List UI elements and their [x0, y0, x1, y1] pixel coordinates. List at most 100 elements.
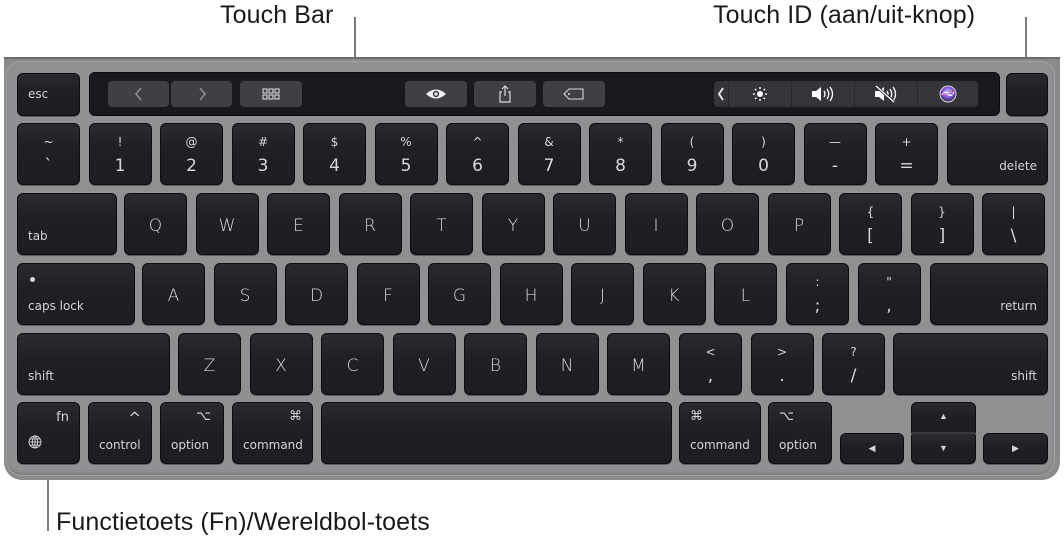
key-touch-id[interactable] [1006, 73, 1048, 116]
key-command-left[interactable]: ⌘ command [232, 402, 313, 464]
key-punctuation[interactable]: ? / [822, 333, 885, 395]
key-label: caps lock [28, 299, 84, 313]
key-shift-left[interactable]: shift [17, 333, 170, 395]
key-letter[interactable]: O [696, 193, 759, 255]
key-number[interactable]: $4 [303, 123, 366, 185]
key-letter[interactable]: C [321, 333, 384, 395]
key-letter[interactable]: X [249, 333, 313, 395]
tb-brightness-button[interactable] [729, 81, 791, 107]
key-label-shifted: @ [185, 135, 198, 149]
key-letter[interactable]: M [607, 333, 670, 395]
key-label-base: . [779, 366, 785, 386]
key-letter[interactable]: Y [481, 193, 545, 255]
key-letter[interactable]: G [428, 263, 491, 325]
key-number[interactable]: @2 [160, 123, 223, 185]
key-number[interactable]: #3 [231, 123, 295, 185]
key-number[interactable]: ~ ` [17, 123, 80, 185]
globe-icon [28, 435, 42, 454]
key-letter[interactable]: T [410, 193, 473, 255]
tb-volume-button[interactable] [792, 81, 854, 107]
option-symbol-icon: ⌥ [779, 409, 794, 424]
key-number[interactable]: (9 [660, 123, 724, 185]
touch-bar[interactable] [89, 72, 1000, 116]
tb-mission-control-button[interactable] [240, 81, 302, 107]
key-number[interactable]: ^ 6 [446, 123, 509, 185]
key-label: Z [203, 356, 216, 376]
key-letter[interactable]: V [392, 333, 456, 395]
key-label: I [653, 216, 659, 236]
key-number[interactable]: — - [803, 123, 867, 185]
key-number[interactable]: * 8 [589, 123, 652, 185]
tb-share-button[interactable] [474, 81, 536, 107]
key-number[interactable]: & 7 [517, 123, 581, 185]
arrow-up-icon: ▲ [939, 411, 948, 421]
key-punctuation[interactable]: ", [857, 263, 921, 325]
key-label: esc [28, 87, 49, 101]
volume-icon [812, 86, 834, 102]
key-letter[interactable]: J [571, 263, 634, 325]
chevron-right-icon [198, 87, 206, 101]
key-arrow-right[interactable]: ▶ [983, 433, 1048, 464]
tb-mute-button[interactable] [855, 81, 917, 107]
key-control[interactable]: ^ control [88, 402, 152, 464]
key-punctuation[interactable]: }] [910, 193, 974, 255]
key-punctuation[interactable]: {[ [839, 193, 902, 255]
key-letter[interactable]: W [195, 193, 259, 255]
key-letter[interactable]: P [767, 193, 831, 255]
eye-icon [426, 89, 446, 99]
key-esc[interactable]: esc [17, 73, 80, 116]
key-label-shifted: ^ [472, 135, 483, 149]
key-letter[interactable]: K [642, 263, 706, 325]
key-letter[interactable]: E [267, 193, 330, 255]
key-number[interactable]: % 5 [374, 123, 438, 185]
key-letter[interactable]: U [553, 193, 616, 255]
tb-quick-look-button[interactable] [405, 81, 467, 107]
key-letter[interactable]: L [714, 263, 777, 325]
key-delete[interactable]: delete [947, 123, 1048, 185]
key-caps-lock[interactable]: caps lock [17, 263, 135, 325]
key-letter[interactable]: A [142, 263, 205, 325]
key-letter[interactable]: R [338, 193, 402, 255]
tb-back-button[interactable] [108, 81, 169, 107]
key-shift-right[interactable]: shift [893, 333, 1048, 395]
key-number[interactable]: ) 0 [732, 123, 795, 185]
key-letter[interactable]: F [356, 263, 420, 325]
key-letter[interactable]: Q [124, 193, 187, 255]
key-punctuation[interactable]: :; [786, 263, 849, 325]
key-fn-globe[interactable]: fn [17, 402, 80, 464]
option-symbol-icon: ⌥ [196, 409, 211, 424]
key-letter[interactable]: N [535, 333, 599, 395]
share-icon [499, 85, 511, 103]
key-option-left[interactable]: ⌥ option [160, 402, 224, 464]
key-letter[interactable]: I [624, 193, 688, 255]
key-letter[interactable]: Z [178, 333, 241, 395]
callout-touch-bar: Touch Bar [220, 1, 334, 29]
key-option-right[interactable]: ⌥ option [768, 402, 832, 464]
key-punctuation[interactable]: <, [679, 333, 742, 395]
tb-siri-button[interactable] [918, 81, 978, 107]
key-label: U [578, 216, 591, 236]
key-letter[interactable]: H [499, 263, 563, 325]
touch-bar-control-strip [714, 81, 978, 107]
key-arrow-down[interactable]: ▼ [911, 434, 976, 464]
key-letter[interactable]: B [464, 333, 527, 395]
tb-tag-button[interactable] [543, 81, 605, 107]
tb-forward-button[interactable] [171, 81, 232, 107]
key-punctuation[interactable]: >. [750, 333, 814, 395]
tb-collapse-button[interactable] [714, 81, 728, 107]
key-letter[interactable]: S [213, 263, 277, 325]
key-punctuation[interactable]: | \ [982, 193, 1045, 255]
key-command-right[interactable]: ⌘ command [679, 402, 761, 464]
key-arrow-up[interactable]: ▲ [911, 402, 976, 434]
key-label: tab [28, 229, 48, 243]
key-label-base: 1 [114, 156, 126, 176]
key-space[interactable] [321, 402, 672, 464]
key-letter[interactable]: D [285, 263, 348, 325]
key-label-base: 8 [615, 156, 626, 176]
key-label-base: , [886, 296, 892, 316]
key-number[interactable]: + = [875, 123, 938, 185]
key-number[interactable]: ! 1 [88, 123, 152, 185]
key-return[interactable]: return [930, 263, 1048, 325]
key-tab[interactable]: tab [17, 193, 117, 255]
key-arrow-left[interactable]: ◀ [840, 433, 904, 464]
